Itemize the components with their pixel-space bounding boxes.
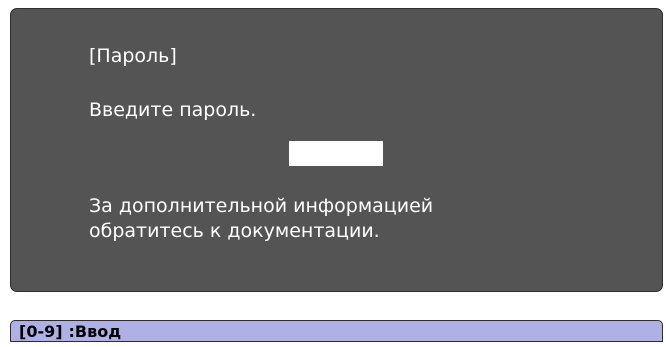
info-line-2: обратитесь к документации. [89,220,380,242]
dialog-title: [Пароль] [89,45,177,67]
key-hint-bar: [0-9] :Ввод [10,320,663,342]
info-line-1: За дополнительной информацией [89,195,434,217]
key-hint-keys: [0-9] [19,321,63,341]
password-prompt: Введите пароль. [89,99,257,121]
password-input[interactable] [289,141,383,166]
info-text: За дополнительной информацией обратитесь… [89,194,433,244]
password-dialog: [Пароль] Введите пароль. За дополнительн… [10,8,663,292]
key-hint-action: :Ввод [68,321,122,341]
